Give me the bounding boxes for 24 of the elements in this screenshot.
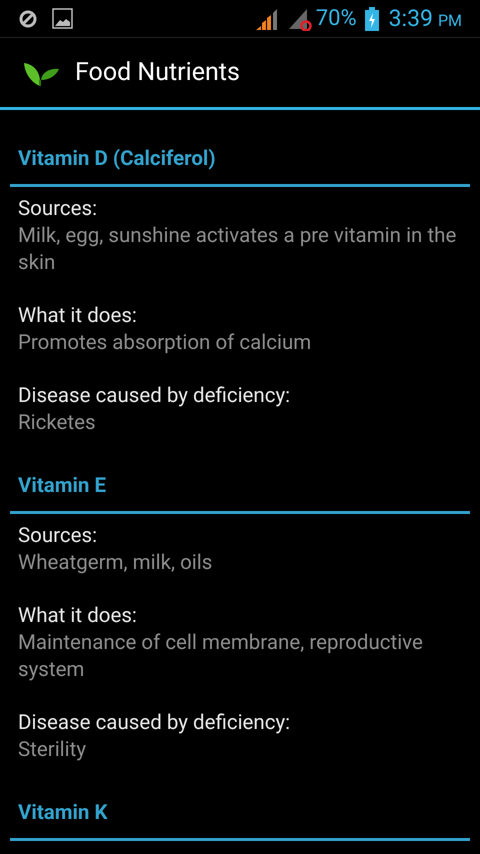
signal-icon [254, 8, 279, 30]
field-value: Milk, egg, sunshine activates a pre vitamin in the skin [18, 223, 458, 277]
clock-ampm: PM [438, 12, 462, 28]
field-value: Sterility [18, 737, 88, 764]
field-value: Promotes absorption of calcium [18, 330, 312, 357]
blocked-icon [18, 8, 38, 28]
field-label: What it does: [18, 603, 138, 630]
field-value: Ricketes [18, 410, 97, 437]
field-value: Wheatgerm, milk, oils [18, 550, 214, 577]
section-title: Vitamin E [17, 473, 108, 500]
field-label: Disease caused by deficiency: [18, 383, 292, 410]
field-value: Maintenance of cell membrane, reproductive system [18, 630, 424, 684]
signal-icon [286, 6, 313, 30]
battery-percent: 70% [316, 8, 357, 30]
section-title: Vitamin D (Calciferol) [17, 146, 217, 173]
field-label: Sources: [18, 523, 98, 550]
field-label: Disease caused by deficiency: [18, 710, 292, 737]
image-icon [52, 8, 73, 29]
field-label: What it does: [18, 303, 138, 330]
clock-time: 3:39 [388, 7, 433, 30]
field-label: Sources: [18, 196, 98, 223]
app-title: Food Nutrients [75, 56, 240, 89]
battery-charging-icon [364, 6, 379, 30]
section-title: Vitamin K [17, 800, 109, 827]
